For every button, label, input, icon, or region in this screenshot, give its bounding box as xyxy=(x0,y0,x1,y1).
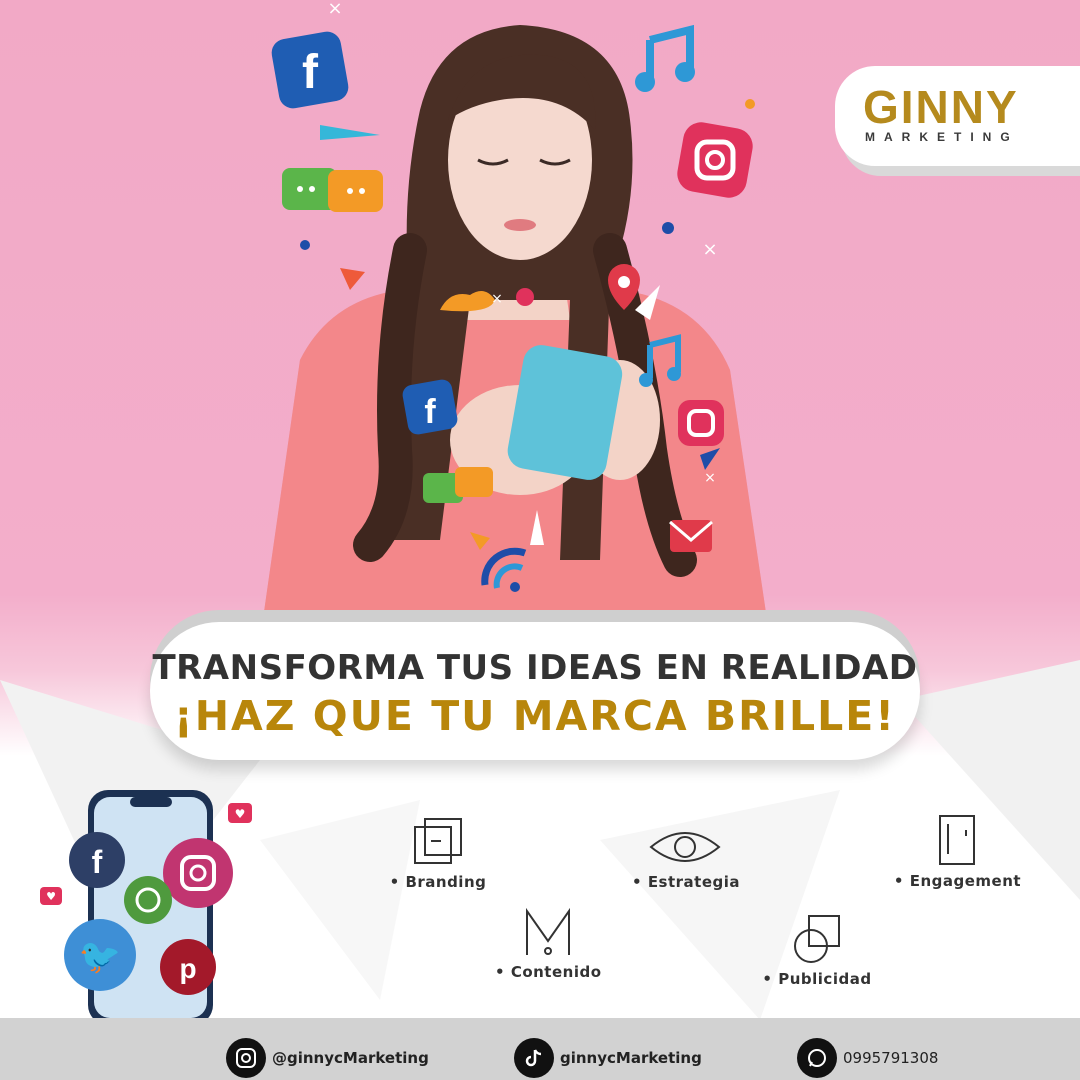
service-contenido: • Contenido xyxy=(495,905,602,981)
instagram-contact[interactable]: @ginnycMarketing xyxy=(226,1036,429,1080)
svg-text:×: × xyxy=(704,470,716,486)
instagram-handle: @ginnycMarketing xyxy=(272,1049,429,1067)
facebook-icon: f xyxy=(402,379,458,435)
headline-banner: TRANSFORMA TUS IDEAS EN REALIDAD ¡HAZ QU… xyxy=(150,622,920,760)
door-icon xyxy=(938,815,975,865)
whatsapp-number: 0995791308 xyxy=(843,1049,939,1067)
svg-text:♥: ♥ xyxy=(235,807,246,821)
instagram-icon xyxy=(226,1038,266,1078)
headline-line-1: TRANSFORMA TUS IDEAS EN REALIDAD xyxy=(152,648,918,688)
instagram-icon xyxy=(163,838,233,908)
svg-text:p: p xyxy=(179,953,196,984)
heart-icon: ♥ xyxy=(228,803,252,823)
svg-text:♥: ♥ xyxy=(46,890,56,903)
logo-wordmark: GINNY xyxy=(863,81,1019,133)
service-label: • Estrategia xyxy=(632,873,741,891)
whatsapp-icon xyxy=(797,1038,837,1078)
svg-text:×: × xyxy=(327,0,342,19)
phone-social-illustration: ♥ ♥ f 🐦 p xyxy=(40,790,252,1031)
service-label: • Engagement xyxy=(893,872,1022,890)
logo-tagline: MARKETING xyxy=(865,130,1019,144)
heart-icon: ♥ xyxy=(40,887,62,905)
whatsapp-contact[interactable]: 0995791308 xyxy=(797,1036,938,1080)
twitter-icon: 🐦 xyxy=(64,919,136,991)
svg-text:f: f xyxy=(92,844,103,880)
music-note-icon xyxy=(635,24,695,92)
chat-bubble-icon xyxy=(282,168,383,212)
headline-line-2: ¡HAZ QUE TU MARCA BRILLE! xyxy=(174,692,896,740)
layers-icon xyxy=(414,818,462,864)
service-label: • Contenido xyxy=(495,963,602,981)
whatsapp-icon xyxy=(124,876,172,924)
eye-icon xyxy=(648,832,721,862)
footer-contact-bar: @ginnycMarketing ginnycMarketing 0995791… xyxy=(0,1018,1080,1080)
facebook-icon: f xyxy=(69,832,125,888)
service-publicidad: • Publicidad xyxy=(758,912,876,988)
svg-text:×: × xyxy=(702,239,717,260)
facebook-icon: f xyxy=(271,31,349,109)
service-estrategia: • Estrategia xyxy=(632,825,741,891)
service-engagement: • Engagement xyxy=(890,812,1025,890)
tiktok-contact[interactable]: ginnycMarketing xyxy=(514,1036,702,1080)
ad-canvas: f f × × × × GINNY MARKETING TRANSFORMA T… xyxy=(0,0,1080,1080)
service-branding: • Branding xyxy=(388,815,488,891)
instagram-icon xyxy=(678,400,724,446)
tiktok-icon xyxy=(514,1038,554,1078)
m-icon xyxy=(525,907,570,955)
pinterest-icon: p xyxy=(160,939,216,995)
service-label: • Publicidad xyxy=(762,970,872,988)
tiktok-handle: ginnycMarketing xyxy=(560,1049,702,1067)
brand-logo: GINNY MARKETING xyxy=(835,66,1080,166)
svg-text:f: f xyxy=(302,46,319,99)
svg-text:🐦: 🐦 xyxy=(79,937,121,977)
mail-icon xyxy=(669,520,713,552)
svg-text:f: f xyxy=(424,393,436,431)
circle-square-icon xyxy=(794,915,840,963)
service-label: • Branding xyxy=(389,873,487,891)
instagram-icon xyxy=(677,122,753,198)
svg-text:×: × xyxy=(491,291,503,307)
